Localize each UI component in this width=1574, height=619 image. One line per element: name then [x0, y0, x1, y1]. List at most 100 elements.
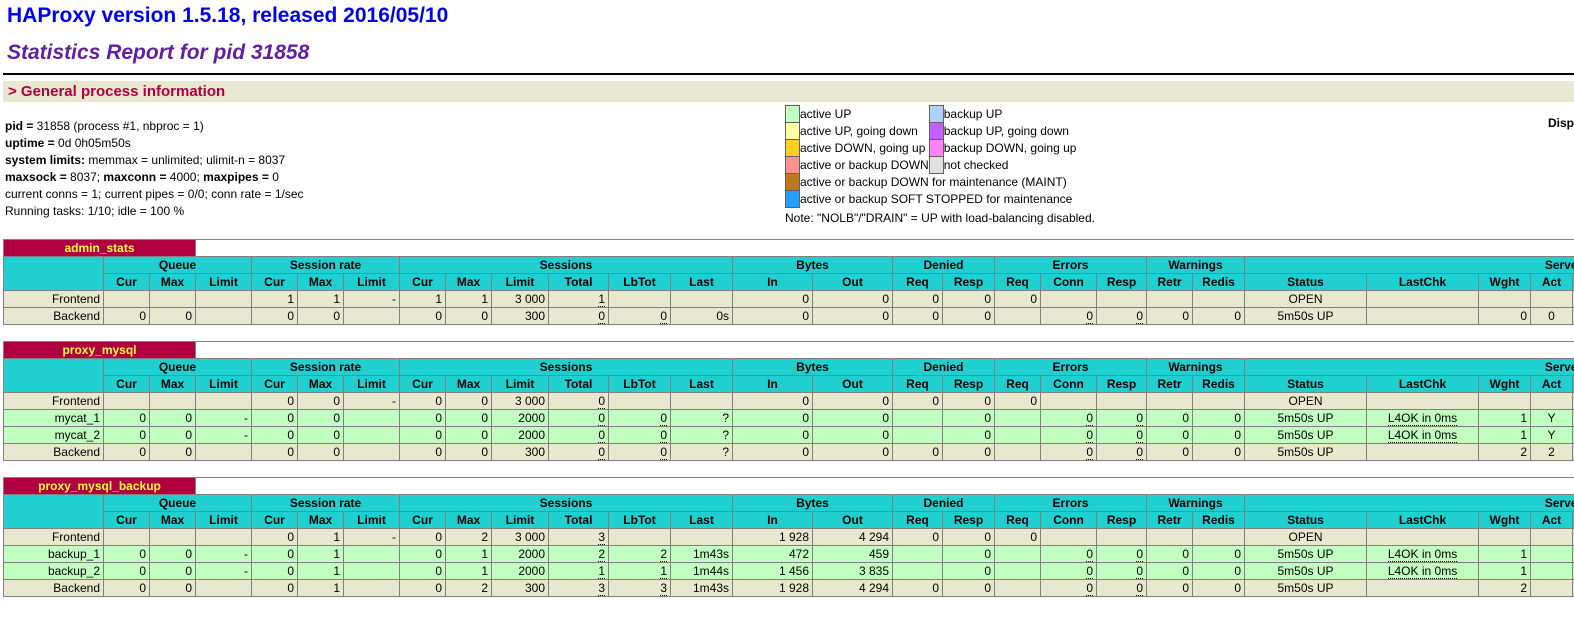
sessions-total-cell: 1: [549, 291, 609, 308]
sessions-lbtot-cell: [609, 393, 671, 410]
sessions-last-cell: ?: [671, 410, 733, 427]
bytes-out-cell: 0: [813, 291, 893, 308]
sessions-max-cell: 1: [446, 563, 492, 580]
queue-max-cell: 0: [150, 410, 196, 427]
haproxy-stats-page: HAProxy version 1.5.18, released 2016/05…: [0, 3, 1574, 597]
denied-req-cell: 0: [893, 308, 943, 325]
bytes-out-cell: 459: [813, 546, 893, 563]
column-header-bytes-in: In: [733, 512, 813, 529]
haproxy-version-link[interactable]: HAProxy version 1.5.18, released 2016/05…: [7, 4, 448, 27]
status-cell: OPEN: [1245, 291, 1367, 308]
sessions-max-cell: 0: [446, 444, 492, 461]
denied-req-cell: [893, 563, 943, 580]
sessions-lbtot-cell: [609, 529, 671, 546]
sessions-cur-cell: 1: [400, 291, 446, 308]
column-header-errors-conn: Conn: [1041, 376, 1097, 393]
group-header-warnings: Warnings: [1147, 359, 1245, 376]
legend-label: active DOWN, going up: [800, 140, 930, 157]
process-info-line: system limits: memmax = unlimited; ulimi…: [5, 152, 785, 169]
column-header-warnings-retr: Retr: [1147, 376, 1193, 393]
denied-resp-cell: 0: [943, 291, 995, 308]
rate-cur-cell: 0: [252, 444, 298, 461]
column-header-queue-max: Max: [150, 512, 196, 529]
sessions-max-cell: 1: [446, 291, 492, 308]
sessions-last-cell: [671, 291, 733, 308]
sessions-limit-cell: 2000: [492, 546, 549, 563]
row-name: backup_2: [4, 563, 104, 580]
errors-req-cell: [995, 563, 1041, 580]
column-header-queue-cur: Cur: [104, 376, 150, 393]
column-header-act: Act: [1531, 512, 1573, 529]
warnings-retr-cell: [1147, 291, 1193, 308]
stats-row-backup_2: backup_200-01012000111m44s1 4563 8350000…: [4, 563, 1574, 580]
sessions-total-cell: 0: [549, 393, 609, 410]
process-info-row: pid = 31858 (process #1, nbproc = 1)upti…: [3, 102, 1574, 225]
queue-cur-cell: 0: [104, 563, 150, 580]
sessions-last-cell: 0s: [671, 308, 733, 325]
errors-resp-cell: 0: [1097, 444, 1147, 461]
sessions-lbtot-cell: 0: [609, 427, 671, 444]
warnings-retr-cell: 0: [1147, 427, 1193, 444]
bytes-in-cell: 0: [733, 444, 813, 461]
column-header-bytes-in: In: [733, 274, 813, 291]
sessions-limit-cell: 3 000: [492, 393, 549, 410]
sessions-total-cell: 1: [549, 563, 609, 580]
errors-resp-cell: [1097, 291, 1147, 308]
rate-max-cell: 0: [298, 308, 344, 325]
queue-max-cell: 0: [150, 427, 196, 444]
column-header-errors-conn: Conn: [1041, 512, 1097, 529]
column-header-denied-req: Req: [893, 512, 943, 529]
warnings-retr-cell: 0: [1147, 546, 1193, 563]
denied-resp-cell: 0: [943, 546, 995, 563]
sessions-cur-cell: 0: [400, 410, 446, 427]
sessions-cur-cell: 0: [400, 529, 446, 546]
group-header-sessions: Sessions: [400, 257, 733, 274]
errors-resp-cell: 0: [1097, 427, 1147, 444]
sessions-max-cell: 2: [446, 580, 492, 597]
rate-limit-cell: [344, 580, 400, 597]
lastchk-cell: [1367, 580, 1479, 597]
rate-max-cell: 1: [298, 529, 344, 546]
group-header-session-rate: Session rate: [252, 495, 400, 512]
group-header-bytes: Bytes: [733, 257, 893, 274]
group-header-session-rate: Session rate: [252, 257, 400, 274]
column-header-denied-resp: Resp: [943, 512, 995, 529]
sessions-total-cell: 3: [549, 580, 609, 597]
group-header-errors: Errors: [995, 257, 1147, 274]
warnings-retr-cell: [1147, 393, 1193, 410]
rate-max-cell: 1: [298, 580, 344, 597]
errors-req-cell: [995, 580, 1041, 597]
errors-req-cell: [995, 410, 1041, 427]
queue-max-cell: 0: [150, 563, 196, 580]
rate-cur-cell: 0: [252, 580, 298, 597]
denied-resp-cell: 0: [943, 580, 995, 597]
column-header-weight: Wght: [1479, 274, 1531, 291]
queue-cur-cell: 0: [104, 580, 150, 597]
stats-row-mycat_1: mycat_100-0000200000?00000005m50s UPL4OK…: [4, 410, 1574, 427]
group-header-bytes: Bytes: [733, 495, 893, 512]
status-legend: active UP backup UP active UP, going dow…: [785, 105, 1095, 225]
group-header-denied: Denied: [893, 257, 995, 274]
warnings-redis-cell: [1193, 291, 1245, 308]
column-header-rate-max: Max: [298, 274, 344, 291]
errors-resp-cell: 0: [1097, 580, 1147, 597]
column-header-warnings-redis: Redis: [1193, 274, 1245, 291]
denied-req-cell: [893, 410, 943, 427]
group-header-sessions: Sessions: [400, 495, 733, 512]
weight-cell: 2: [1479, 444, 1531, 461]
group-header-errors: Errors: [995, 359, 1147, 376]
column-header-errors-conn: Conn: [1041, 274, 1097, 291]
process-info-line: Running tasks: 1/10; idle = 100 %: [5, 203, 785, 220]
column-header-act: Act: [1531, 274, 1573, 291]
status-cell: 5m50s UP: [1245, 308, 1367, 325]
legend-label: backup DOWN, going up: [943, 140, 1076, 157]
denied-resp-cell: 0: [943, 529, 995, 546]
sessions-limit-cell: 300: [492, 444, 549, 461]
stats-row-frontend: Frontend11-113 000100000OPEN: [4, 291, 1574, 308]
act-cell: 2: [1531, 444, 1573, 461]
denied-resp-cell: 0: [943, 427, 995, 444]
sessions-limit-cell: 300: [492, 308, 549, 325]
denied-resp-cell: 0: [943, 308, 995, 325]
act-cell: Y: [1531, 410, 1573, 427]
errors-resp-cell: [1097, 529, 1147, 546]
